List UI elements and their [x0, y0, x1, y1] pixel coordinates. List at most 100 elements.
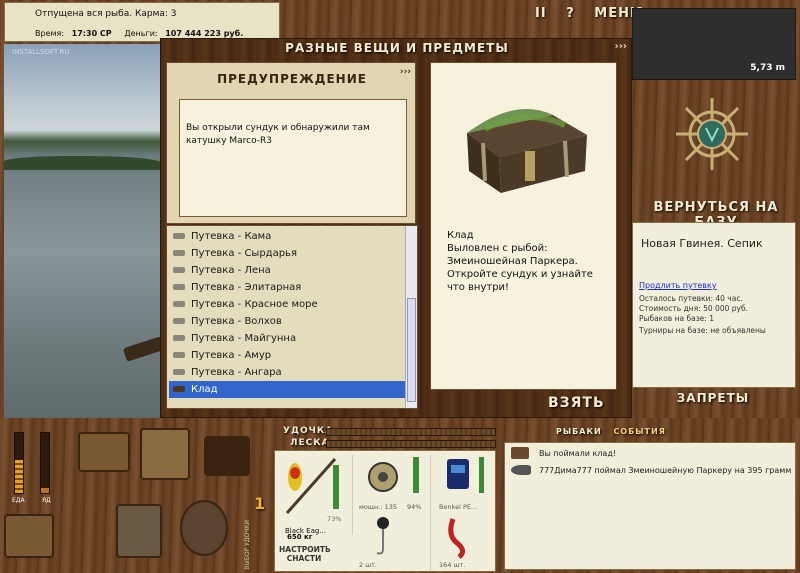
chest-icon	[511, 447, 529, 459]
dialog-title: РАЗНЫЕ ВЕЩИ И ПРЕДМЕТЫ	[285, 41, 509, 55]
status-message: Отпущена вся рыба. Карма: 3	[35, 9, 177, 19]
keepnet-icon[interactable]	[180, 500, 228, 556]
rod-select-caption[interactable]: ВЫБОР УДОЧКИ	[244, 520, 251, 570]
dialog-chevron-icon[interactable]: ›››	[615, 41, 627, 52]
line-slot[interactable]: Benkei PE...	[435, 455, 495, 515]
money-label: Деньги:	[124, 29, 158, 38]
money-value: 107 444 223 руб.	[165, 29, 244, 38]
minimap[interactable]: 5,73 m	[632, 8, 796, 80]
log-tabs: РЫБАКИ СОБЫТИЯ	[556, 427, 674, 436]
line-spool-icon	[447, 457, 484, 493]
list-item[interactable]: Путевка - Красное море	[169, 296, 405, 313]
food-label: ЕДА	[12, 497, 25, 504]
list-item[interactable]: Путевка - Элитарная	[169, 279, 405, 296]
rod-percent: 73%	[327, 515, 342, 523]
reel-percent: 94%	[407, 503, 422, 511]
poison-meter	[40, 432, 50, 494]
line-name: Benkei PE...	[439, 503, 478, 511]
fish-icon	[511, 465, 531, 475]
rod-counter: 1	[254, 494, 267, 513]
item-list[interactable]: Путевка - Кама Путевка - Сырдарья Путевк…	[166, 225, 418, 409]
crate-icon[interactable]	[4, 514, 54, 558]
list-item[interactable]: Путевка - Кама	[169, 228, 405, 245]
voucher-remaining: Осталось путевки: 40 час.	[639, 294, 743, 303]
treasure-chest-icon	[467, 109, 587, 193]
hook-slot[interactable]: 2 шт.	[355, 515, 431, 571]
list-scrollbar[interactable]	[405, 226, 417, 408]
voucher-icon	[173, 250, 185, 256]
tools-icon[interactable]	[116, 504, 162, 558]
status-panel: Отпущена вся рыба. Карма: 3 Время: 17:30…	[4, 2, 280, 42]
rod-weight: 650 кг	[287, 533, 313, 541]
log-entry: 777Дима777 поймал Змеиношейную Паркеру н…	[539, 466, 792, 475]
help-button[interactable]: ?	[566, 6, 575, 21]
list-item[interactable]: Путевка - Майгунна	[169, 330, 405, 347]
tackle-panel: Black Eag... 73% 650 кг мощн.: 135 94% B…	[274, 450, 496, 572]
scrollbar-thumb[interactable]	[407, 298, 416, 402]
rod-slot[interactable]: Black Eag... 73%	[277, 455, 353, 535]
reel-icon	[368, 457, 419, 493]
list-item[interactable]: Путевка - Волхов	[169, 313, 405, 330]
watermark: INSTALLSOFT.RU	[12, 48, 70, 56]
warning-text: Вы открыли сундук и обнаружили там катуш…	[179, 99, 407, 217]
list-item-selected[interactable]: Клад	[169, 381, 405, 398]
warning-title: ПРЕДУПРЕЖДЕНИЕ	[217, 72, 367, 86]
take-button[interactable]: ВЗЯТЬ	[548, 395, 605, 411]
list-item[interactable]: Путевка - Ангара	[169, 364, 405, 381]
log-entry: Вы поймали клад!	[539, 449, 617, 458]
list-item[interactable]: Путевка - Лена	[169, 262, 405, 279]
line-gauge	[326, 440, 496, 448]
time-label: Время:	[35, 29, 65, 38]
treeline	[4, 156, 162, 170]
line-label: ЛЕСКА	[290, 438, 330, 448]
setup-tackle-button[interactable]: НАСТРОИТЬ СНАСТИ	[279, 545, 331, 563]
poison-label: ЯД	[42, 497, 51, 504]
voucher-icon	[173, 267, 185, 273]
tab-events[interactable]: СОБЫТИЯ	[613, 427, 665, 436]
driftwood	[122, 336, 162, 362]
backpack-icon[interactable]	[140, 428, 190, 480]
chest-icon	[173, 386, 185, 392]
tournaments-info: Турниры на базе: не объявлены	[639, 326, 766, 335]
bans-button[interactable]: ЗАПРЕТЫ	[636, 391, 790, 405]
hooks-count: 2 шт.	[359, 561, 378, 569]
status-time-money: Время: 17:30 СР Деньги: 107 444 223 руб.	[35, 29, 243, 38]
time-value: 17:30 СР	[71, 29, 112, 38]
depth-readout: 5,73 m	[750, 63, 785, 73]
rod-lure-icon	[285, 458, 339, 514]
voucher-icon	[173, 335, 185, 341]
book-icon[interactable]	[204, 436, 250, 476]
tab-anglers[interactable]: РЫБАКИ	[556, 427, 602, 436]
voucher-icon	[173, 318, 185, 324]
list-item[interactable]: Путевка - Амур	[169, 347, 405, 364]
anglers-count: Рыбаков на базе: 1	[639, 314, 714, 323]
poison-meter-fill	[41, 488, 49, 493]
location-name: Новая Гвинея. Сепик	[641, 237, 763, 250]
extend-voucher-link[interactable]: Продлить путевку	[639, 281, 717, 290]
food-meter	[14, 432, 24, 494]
food-meter-fill	[15, 460, 23, 493]
bait-slot[interactable]: 164 шт.	[435, 515, 495, 571]
base-info-panel: Новая Гвинея. Сепик Продлить путевку Ост…	[632, 222, 796, 388]
ship-wheel-icon	[676, 98, 748, 170]
voucher-icon	[173, 352, 185, 358]
reel-slot[interactable]: мощн.: 135 94%	[355, 455, 431, 515]
tackle-box-icon[interactable]	[78, 432, 130, 472]
event-log: Вы поймали клад! 777Дима777 поймал Змеин…	[504, 442, 796, 570]
warning-chevron-icon[interactable]: ›››	[400, 67, 411, 77]
list-item[interactable]: Путевка - Сырдарья	[169, 245, 405, 262]
reel-power: мощн.: 135	[359, 503, 397, 511]
worm-bait-icon	[448, 518, 465, 559]
voucher-icon	[173, 233, 185, 239]
item-preview: Клад Выловлен с рыбой: Змеиношейная Парк…	[430, 62, 617, 390]
pause-button[interactable]: II	[535, 6, 547, 21]
hook-icon	[376, 517, 389, 555]
voucher-icon	[173, 369, 185, 375]
warning-box: ПРЕДУПРЕЖДЕНИЕ ››› Вы открыли сундук и о…	[166, 62, 416, 224]
rod-gauge	[326, 428, 496, 436]
bait-count: 164 шт.	[439, 561, 466, 569]
voucher-icon	[173, 301, 185, 307]
day-cost: Стоимость дня: 50 000 руб.	[639, 304, 748, 313]
item-description: Клад Выловлен с рыбой: Змеиношейная Парк…	[447, 230, 593, 293]
voucher-icon	[173, 284, 185, 290]
